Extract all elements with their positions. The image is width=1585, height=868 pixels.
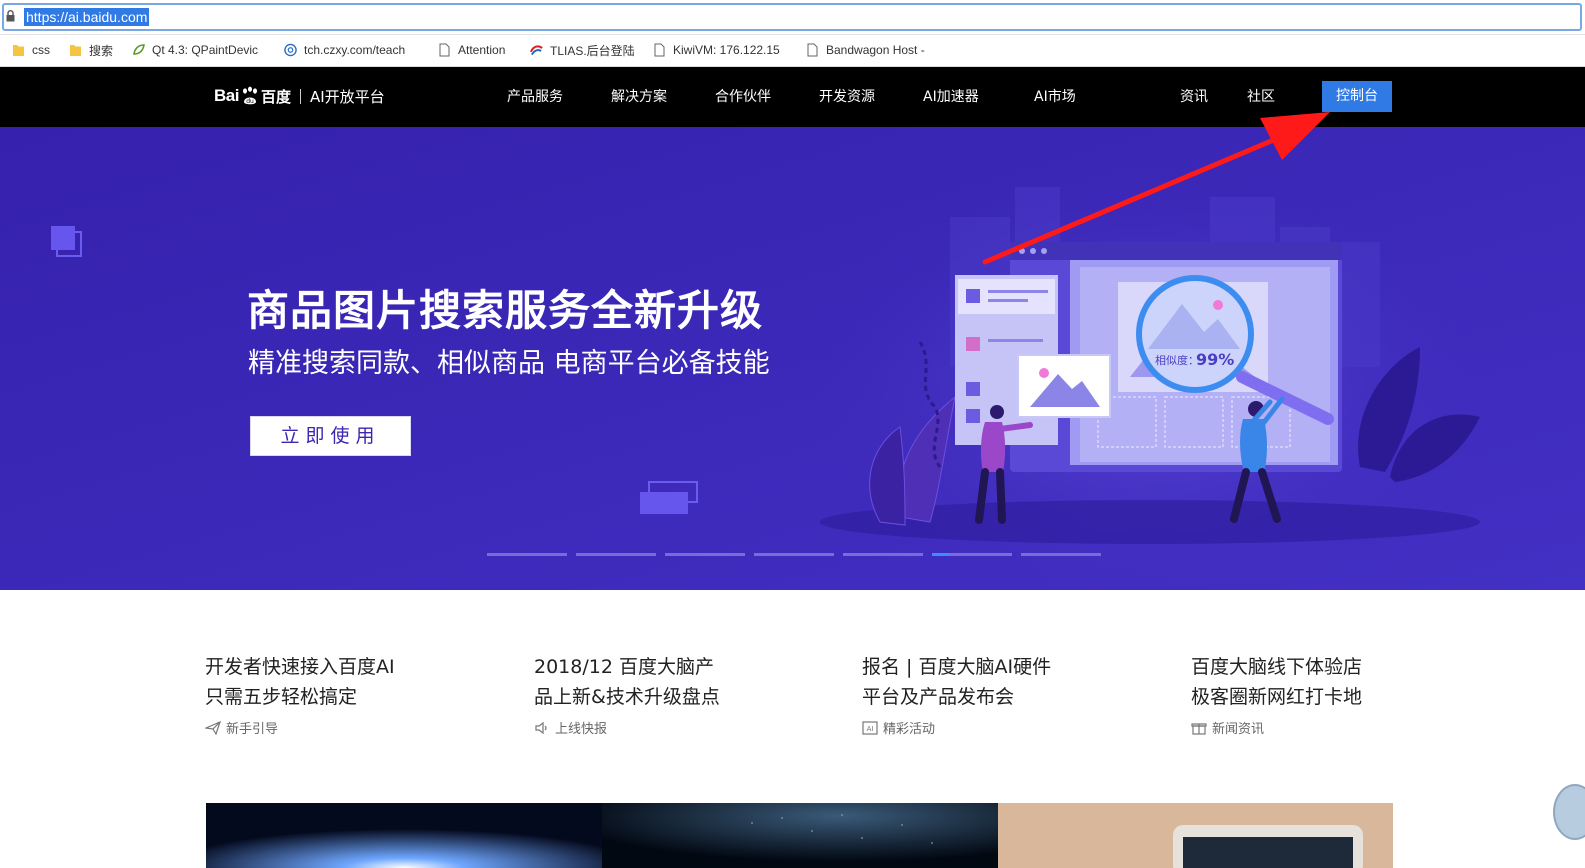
news-title-line: 报名 | 百度大脑AI硬件 <box>862 656 1052 678</box>
nav-ai-accelerator[interactable]: AI加速器 <box>923 67 979 127</box>
feature-image-device[interactable] <box>998 803 1393 868</box>
feature-image-strip <box>206 803 1393 868</box>
decor-square-left <box>51 226 82 257</box>
svg-text:du: du <box>246 98 254 105</box>
carousel-dot[interactable] <box>665 553 745 556</box>
bookmark-qt[interactable]: Qt 4.3: QPaintDevic <box>132 41 267 59</box>
logo-separator <box>299 88 301 104</box>
bookmark-attention[interactable]: Attention <box>438 41 505 59</box>
console-button[interactable]: 控制台 <box>1322 81 1392 112</box>
news-title-line: 2018/12 百度大脑产 <box>534 656 714 678</box>
nav-community[interactable]: 社区 <box>1247 67 1275 127</box>
bookmark-label: css <box>32 43 50 57</box>
page-icon <box>439 43 450 57</box>
feature-image-globe[interactable] <box>602 803 998 868</box>
carousel-dot[interactable] <box>754 553 834 556</box>
carousel-dot[interactable] <box>487 553 567 556</box>
news-card-offline-store[interactable]: 百度大脑线下体验店 极客圈新网红打卡地 新闻资讯 <box>1191 652 1411 737</box>
folder-icon <box>70 45 81 56</box>
paper-plane-icon <box>205 720 221 735</box>
bookmark-bandwagon[interactable]: Bandwagon Host - <box>806 41 946 59</box>
decor-square-center <box>640 481 698 514</box>
bookmark-tch-czxy[interactable]: tch.czxy.com/teach <box>284 41 420 59</box>
speaker-icon <box>535 721 547 734</box>
logo-baidu-cn-text: 百度 <box>260 87 291 106</box>
page-icon <box>807 43 818 57</box>
gift-icon <box>1191 722 1207 735</box>
nav-solutions[interactable]: 解决方案 <box>611 67 667 127</box>
site-top-nav: Bai du 百度 AI开放平台 产品服务 解决方案 合作伙伴 开发资源 AI加… <box>0 67 1585 127</box>
nav-dev-resources[interactable]: 开发资源 <box>819 67 875 127</box>
bookmarks-bar: css 搜索 Qt 4.3: QPaintDevic tch.czxy.com/… <box>0 35 1585 67</box>
carousel-dot[interactable] <box>843 553 923 556</box>
use-now-button[interactable]: 立即使用 <box>250 416 411 456</box>
bookmark-label: tch.czxy.com/teach <box>304 43 406 57</box>
page-icon <box>654 43 665 57</box>
folder-icon <box>13 45 24 56</box>
baidu-paw-icon: du <box>242 86 257 105</box>
news-title-line: 只需五步轻松搞定 <box>205 686 358 708</box>
bookmark-label: Qt 4.3: QPaintDevic <box>152 43 259 57</box>
news-card-hardware-event[interactable]: 报名 | 百度大脑AI硬件 平台及产品发布会 AI 精彩活动 <box>862 652 1082 737</box>
news-card-developer-guide[interactable]: 开发者快速接入百度AI 只需五步轻松搞定 新手引导 <box>205 652 425 737</box>
news-title-line: 品上新&技术升级盘点 <box>534 686 720 708</box>
qt-leaf-icon <box>133 44 145 55</box>
bookmark-label: KiwiVM: 176.122.15 <box>673 43 780 57</box>
carousel-dot-active[interactable] <box>932 553 1012 556</box>
similarity-value: 99% <box>1196 350 1234 369</box>
news-title-line: 极客圈新网红打卡地 <box>1191 686 1363 708</box>
news-tag: 上线快报 <box>534 718 754 737</box>
news-tag: 新闻资讯 <box>1191 718 1411 737</box>
ai-badge-icon: AI <box>862 720 878 735</box>
bookmark-label: Bandwagon Host - <box>826 43 925 57</box>
news-tag: 新手引导 <box>205 718 425 737</box>
svg-text:AI: AI <box>867 725 874 733</box>
logo-platform-text: AI开放平台 <box>309 87 385 106</box>
floating-avatar[interactable] <box>1553 784 1585 840</box>
news-title-line: 平台及产品发布会 <box>862 686 1015 708</box>
hero-illustration: 相似度： 99% <box>0 127 1585 590</box>
lock-icon <box>6 10 15 22</box>
browser-address-bar: https://ai.baidu.com <box>0 0 1585 35</box>
news-tag: AI 精彩活动 <box>862 718 1082 737</box>
hero-subtitle: 精准搜索同款、相似商品 电商平台必备技能 <box>248 348 770 379</box>
bookmark-label: Attention <box>458 43 506 57</box>
news-tag-label: 新手引导 <box>226 722 279 737</box>
bookmark-css[interactable]: css <box>12 41 50 59</box>
news-tag-label: 精彩活动 <box>883 722 936 737</box>
tlias-logo-icon <box>530 45 543 56</box>
globe-icon <box>284 43 297 57</box>
logo-bai-text: Bai <box>214 86 239 105</box>
nav-ai-market[interactable]: AI市场 <box>1034 67 1076 127</box>
carousel-dot[interactable] <box>576 553 656 556</box>
nav-products[interactable]: 产品服务 <box>507 67 563 127</box>
news-card-product-update[interactable]: 2018/12 百度大脑产 品上新&技术升级盘点 上线快报 <box>534 652 754 737</box>
similarity-label: 相似度： <box>1155 353 1199 367</box>
bookmark-tlias[interactable]: TLIAS.后台登陆 <box>530 41 635 59</box>
url-input[interactable]: https://ai.baidu.com <box>24 8 150 26</box>
news-section: 开发者快速接入百度AI 只需五步轻松搞定 新手引导 2018/12 百度大脑产 … <box>205 652 1405 752</box>
carousel-dot[interactable] <box>1021 553 1101 556</box>
feature-image-space[interactable] <box>206 803 602 868</box>
nav-news[interactable]: 资讯 <box>1180 67 1208 127</box>
url-field-frame[interactable] <box>2 3 1582 31</box>
carousel-progress <box>932 553 950 556</box>
news-tag-label: 上线快报 <box>555 722 608 737</box>
hero-banner[interactable]: 相似度： 99% 商品图片搜索服务全新升级 精准搜索同款、相似商品 电商平台必备… <box>0 127 1585 590</box>
bookmark-label: TLIAS.后台登陆 <box>550 43 635 58</box>
nav-partners[interactable]: 合作伙伴 <box>715 67 771 127</box>
news-title-line: 开发者快速接入百度AI <box>205 656 395 678</box>
baidu-ai-logo[interactable]: Bai du 百度 AI开放平台 <box>214 81 385 111</box>
bookmark-kiwivm[interactable]: KiwiVM: 176.122.15 <box>653 41 788 59</box>
hero-title: 商品图片搜索服务全新升级 <box>247 286 764 335</box>
bookmark-label: 搜索 <box>89 43 114 58</box>
news-title-line: 百度大脑线下体验店 <box>1191 656 1363 678</box>
bookmark-search-folder[interactable]: 搜索 <box>69 41 113 59</box>
news-tag-label: 新闻资讯 <box>1212 722 1265 737</box>
